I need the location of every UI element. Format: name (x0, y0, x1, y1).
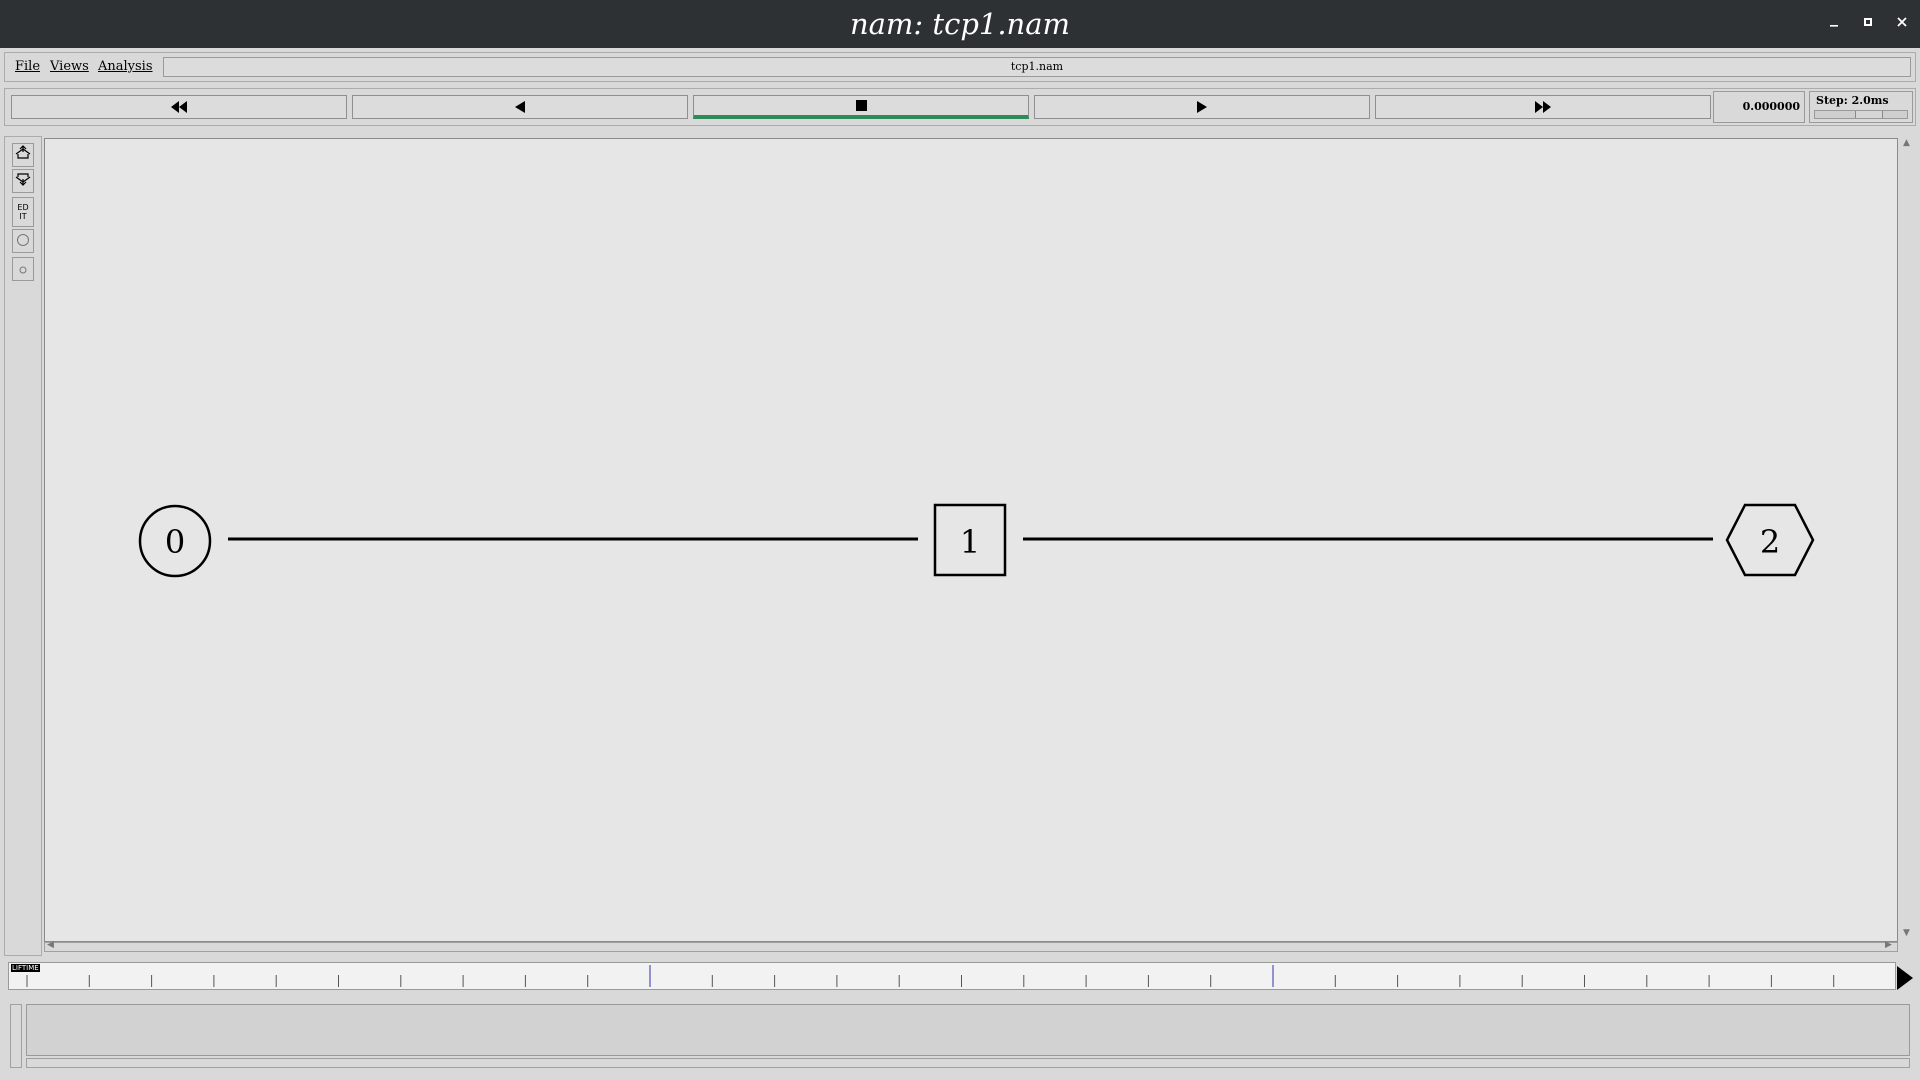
nam-window: nam: tcp1.nam File Views Analysis tcp1.n… (0, 0, 1920, 1080)
play-button[interactable] (1034, 95, 1370, 119)
annotation-panel[interactable] (26, 1004, 1910, 1056)
menu-bar: File Views Analysis tcp1.nam (4, 52, 1916, 82)
menu-views-label: Views (50, 59, 89, 74)
zoom-out-icon (14, 171, 32, 191)
menu-file[interactable]: File (15, 53, 40, 81)
node-1[interactable]: 1 (933, 503, 1007, 577)
maximize-icon[interactable] (1856, 12, 1880, 36)
timeline-ticks (26, 965, 1835, 987)
canvas-horizontal-scrollbar[interactable]: ◀ ▶ (44, 940, 1898, 952)
node-2[interactable]: 2 (1725, 503, 1815, 577)
playback-toolbar: 0.000000 Step: 2.0ms (4, 88, 1916, 126)
zoom-in-button[interactable] (12, 143, 34, 167)
step-slider-thumb[interactable] (1855, 111, 1883, 118)
panel-vertical-scrollbar[interactable] (10, 1004, 22, 1068)
menu-views[interactable]: Views (50, 53, 89, 81)
timeline-slider[interactable]: LIFTIME (8, 962, 1896, 990)
scroll-down-icon[interactable]: ▼ (1903, 928, 1910, 938)
time-display: 0.000000 (1713, 91, 1805, 123)
fast-rewind-icon (171, 101, 187, 113)
window-title: nam: tcp1.nam (849, 7, 1071, 41)
timeline-play-button[interactable] (1896, 966, 1914, 990)
edit-icon: ED IT (17, 203, 29, 221)
stop-button[interactable] (693, 95, 1029, 119)
step-control: Step: 2.0ms (1809, 91, 1913, 123)
scroll-up-icon[interactable]: ▲ (1903, 138, 1910, 148)
title-bar: nam: tcp1.nam (0, 0, 1920, 48)
node-2-label: 2 (1760, 523, 1780, 561)
network-canvas[interactable]: 0 1 2 (44, 138, 1898, 942)
step-label: Step: 2.0ms (1816, 94, 1889, 107)
node-0[interactable]: 0 (138, 504, 212, 578)
rewind-icon (514, 101, 526, 113)
timeline-play-icon (1896, 966, 1914, 994)
scroll-left-icon[interactable]: ◀ (47, 940, 54, 950)
play-icon (1196, 101, 1208, 113)
menu-file-label: File (15, 59, 41, 74)
minimize-icon[interactable] (1822, 12, 1846, 36)
circle-small-icon (18, 260, 28, 279)
step-slider[interactable] (1814, 110, 1908, 119)
left-toolbar: ED IT (4, 136, 42, 956)
edit-button[interactable]: ED IT (12, 197, 34, 227)
scroll-right-icon[interactable]: ▶ (1885, 940, 1892, 950)
fast-forward-button[interactable] (1375, 95, 1711, 119)
stop-icon (855, 100, 867, 111)
menu-analysis[interactable]: Analysis (98, 53, 153, 81)
menu-analysis-label: Analysis (98, 59, 153, 74)
node-small-button[interactable] (12, 257, 34, 281)
close-icon[interactable] (1890, 12, 1914, 36)
node-large-button[interactable] (12, 229, 34, 253)
zoom-out-button[interactable] (12, 169, 34, 193)
circle-large-icon (16, 232, 30, 251)
rewind-button[interactable] (352, 95, 688, 119)
panel-horizontal-scrollbar[interactable] (26, 1058, 1910, 1068)
filename-display: tcp1.nam (163, 57, 1911, 77)
fast-forward-icon (1535, 101, 1551, 113)
canvas-vertical-scrollbar[interactable]: ▲ ▼ (1900, 138, 1916, 942)
node-1-label: 1 (960, 523, 980, 561)
fast-rewind-button[interactable] (11, 95, 347, 119)
zoom-in-icon (14, 145, 32, 165)
node-0-label: 0 (165, 523, 185, 561)
topology-svg: 0 1 2 (138, 503, 1815, 578)
